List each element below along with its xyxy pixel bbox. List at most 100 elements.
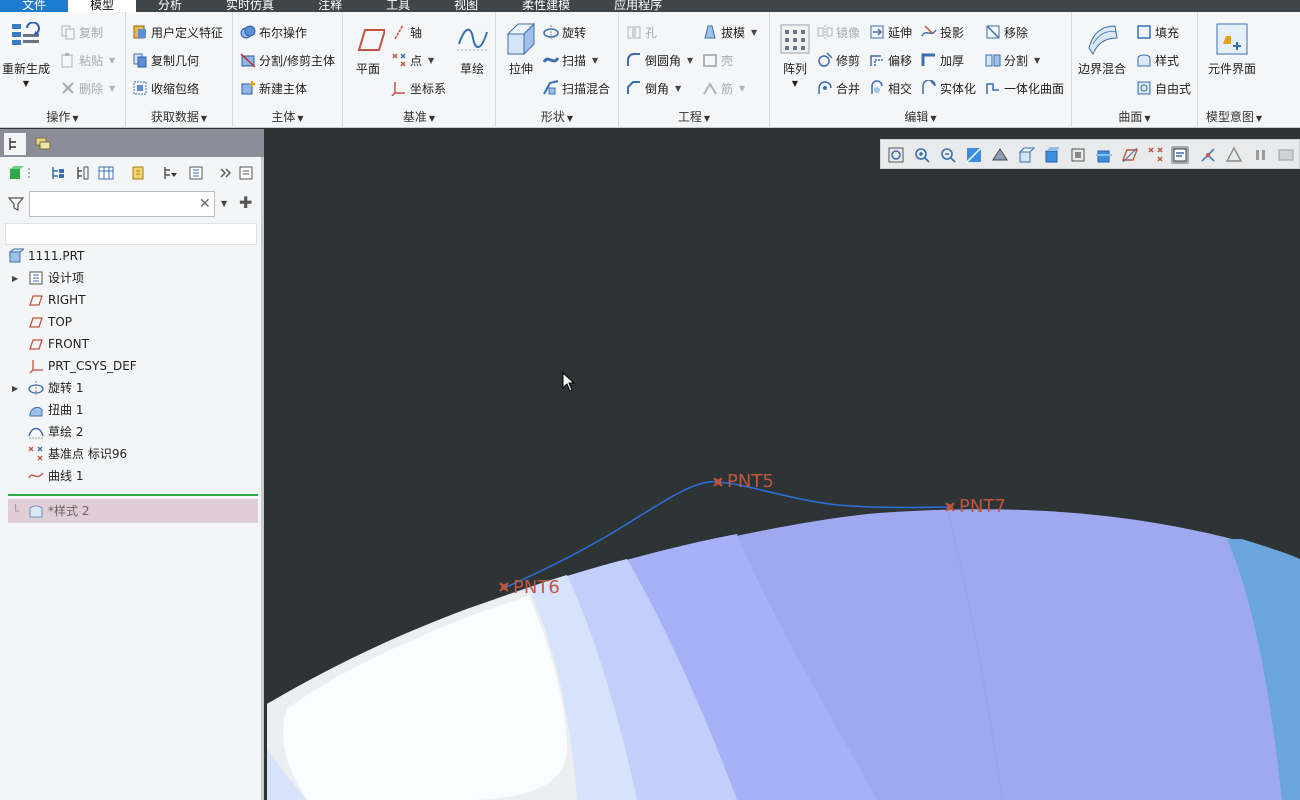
copy-geometry-button[interactable]: 复制几何 xyxy=(132,49,199,71)
refit-icon[interactable] xyxy=(887,146,905,164)
swept-blend-button[interactable]: 扫描混合 xyxy=(543,77,610,99)
tree-item-revolve[interactable]: 旋转 1 xyxy=(28,378,83,398)
display-style-icon[interactable] xyxy=(1043,146,1061,164)
sweep-button[interactable]: 扫描 ▼ xyxy=(542,49,598,71)
zoom-in-icon[interactable] xyxy=(913,146,931,164)
group-label-operations[interactable]: 操作 ▼ xyxy=(0,109,125,125)
project-button[interactable]: 投影 xyxy=(921,21,964,43)
mirror-button[interactable]: 镜像 xyxy=(817,21,860,43)
tree-item-right[interactable]: RIGHT xyxy=(28,290,86,310)
tree-item-csys[interactable]: PRT_CSYS_DEF xyxy=(28,356,137,376)
merge-button[interactable]: 合并 xyxy=(817,77,860,99)
tree-item-style-insert[interactable]: └ *样式 2 xyxy=(8,499,258,523)
rib-button[interactable]: 筋 ▼ xyxy=(702,77,745,99)
chevron-down-icon[interactable]: ▼ xyxy=(428,56,434,65)
chevron-down-icon[interactable]: ▼ xyxy=(687,56,693,65)
tree-item-design-items[interactable]: 设计项 xyxy=(28,268,84,288)
saved-views-icon[interactable] xyxy=(1017,146,1036,164)
more-icon[interactable] xyxy=(218,165,234,181)
menu-annotate[interactable]: 注释 xyxy=(296,0,364,12)
tree-item-root[interactable]: 1111.PRT xyxy=(8,246,84,266)
expand-arrow-icon[interactable]: ▶ xyxy=(12,384,18,393)
component-interface-button[interactable]: 元件界面 xyxy=(1208,22,1256,77)
point-button[interactable]: 点 ▼ xyxy=(391,49,434,71)
model-scene[interactable]: PNT6 PNT5 PNT7 xyxy=(267,129,1300,800)
annotation-display-icon[interactable] xyxy=(1171,146,1189,164)
perspective-icon[interactable] xyxy=(1069,146,1087,164)
sketch-button[interactable]: 草绘 xyxy=(455,22,489,77)
expand-arrow-icon[interactable]: ▶ xyxy=(12,274,18,283)
trim-button[interactable]: 修剪 xyxy=(817,49,860,71)
menu-flexible-modeling[interactable]: 柔性建模 xyxy=(500,0,592,12)
pause-icon[interactable] xyxy=(1251,146,1269,164)
hole-button[interactable]: 孔 xyxy=(626,21,657,43)
new-body-button[interactable]: 新建主体 xyxy=(240,77,307,99)
menu-tools[interactable]: 工具 xyxy=(364,0,432,12)
notes-icon[interactable] xyxy=(238,165,254,181)
revolve-button[interactable]: 旋转 xyxy=(543,21,586,43)
chevron-down-icon[interactable]: ▼ xyxy=(221,199,227,208)
menu-view[interactable]: 视图 xyxy=(432,0,500,12)
group-label-datum[interactable]: 基准 ▼ xyxy=(343,109,495,125)
search-input[interactable] xyxy=(29,191,215,217)
settings-icon[interactable] xyxy=(130,165,146,181)
point-pnt5[interactable]: PNT5 xyxy=(713,471,774,492)
round-button[interactable]: 倒圆角 ▼ xyxy=(626,49,693,71)
chevron-down-icon[interactable]: ▼ xyxy=(109,84,115,93)
spin-center-icon[interactable] xyxy=(1225,146,1243,164)
group-label-shapes[interactable]: 形状 ▼ xyxy=(496,109,618,125)
tree-item-front[interactable]: FRONT xyxy=(28,334,89,354)
boundary-blend-button[interactable]: 边界混合 xyxy=(1078,22,1126,77)
group-label-engineering[interactable]: 工程 ▼ xyxy=(619,109,769,125)
tree-item-top[interactable]: TOP xyxy=(28,312,72,332)
cube-icon[interactable] xyxy=(8,165,24,181)
extrude-button[interactable]: 拉伸 xyxy=(504,22,538,77)
chevron-down-icon[interactable]: ▼ xyxy=(675,84,681,93)
quilt-curve-button[interactable]: 一体化曲面 xyxy=(985,77,1064,99)
delete-button[interactable]: 删除 ▼ xyxy=(60,77,115,99)
axis-button[interactable]: 轴 xyxy=(391,21,422,43)
show-icon[interactable] xyxy=(188,165,204,181)
tree-item-sketch[interactable]: 草绘 2 xyxy=(28,422,83,442)
filter-icon[interactable] xyxy=(7,196,25,215)
chevron-down-icon[interactable]: ▼ xyxy=(1034,56,1040,65)
add-icon[interactable]: ✚ xyxy=(239,193,252,212)
zoom-out-icon[interactable] xyxy=(939,146,957,164)
csys-button[interactable]: 坐标系 xyxy=(391,77,446,99)
extend-button[interactable]: 延伸 xyxy=(869,21,912,43)
chamfer-button[interactable]: 倒角 ▼ xyxy=(626,77,681,99)
tree-item-datum-point[interactable]: 基准点 标识96 xyxy=(28,444,127,464)
group-label-editing[interactable]: 编辑 ▼ xyxy=(770,109,1071,125)
graphics-viewport[interactable]: PNT6 PNT5 PNT7 xyxy=(267,129,1300,800)
section-icon[interactable] xyxy=(1095,146,1113,164)
tree-item-curve[interactable]: 曲线 1 xyxy=(28,466,83,486)
chevron-down-icon[interactable]: ▼ xyxy=(592,56,598,65)
axis-display-icon[interactable] xyxy=(1199,146,1217,164)
table-icon[interactable] xyxy=(98,165,114,181)
menu-model[interactable]: 模型 xyxy=(68,0,137,12)
chevron-down-icon[interactable]: ▼ xyxy=(739,84,745,93)
shell-button[interactable]: 壳 xyxy=(702,49,733,71)
chevron-down-icon[interactable]: ▼ xyxy=(792,79,798,88)
boolean-button[interactable]: 布尔操作 xyxy=(240,21,307,43)
group-label-surfaces[interactable]: 曲面 ▼ xyxy=(1072,109,1197,125)
group-label-model-intent[interactable]: 模型意图 ▼ xyxy=(1198,109,1270,125)
split-trim-body-button[interactable]: 分割/修剪主体 xyxy=(240,49,335,71)
menu-applications[interactable]: 应用程序 xyxy=(592,0,684,12)
tree-expand-icon[interactable] xyxy=(50,165,66,181)
style-button[interactable]: 样式 xyxy=(1136,49,1179,71)
datum-plane-display-icon[interactable] xyxy=(1121,146,1139,164)
tree-item-warp[interactable]: 扭曲 1 xyxy=(28,400,83,420)
split-button[interactable]: 分割 ▼ xyxy=(985,49,1040,71)
thicken-button[interactable]: 加厚 xyxy=(921,49,964,71)
draft-button[interactable]: 拔模 ▼ xyxy=(702,21,757,43)
tree-columns-icon[interactable] xyxy=(74,165,90,181)
filter-tree-icon[interactable] xyxy=(162,165,178,181)
group-label-get-data[interactable]: 获取数据 ▼ xyxy=(126,109,232,125)
freestyle-button[interactable]: 自由式 xyxy=(1136,77,1191,99)
offset-button[interactable]: 偏移 xyxy=(869,49,912,71)
menu-file[interactable]: 文件 xyxy=(0,0,69,12)
group-label-body[interactable]: 主体 ▼ xyxy=(233,109,342,125)
reorient-icon[interactable] xyxy=(991,146,1009,164)
clear-icon[interactable]: ✕ xyxy=(199,196,211,212)
